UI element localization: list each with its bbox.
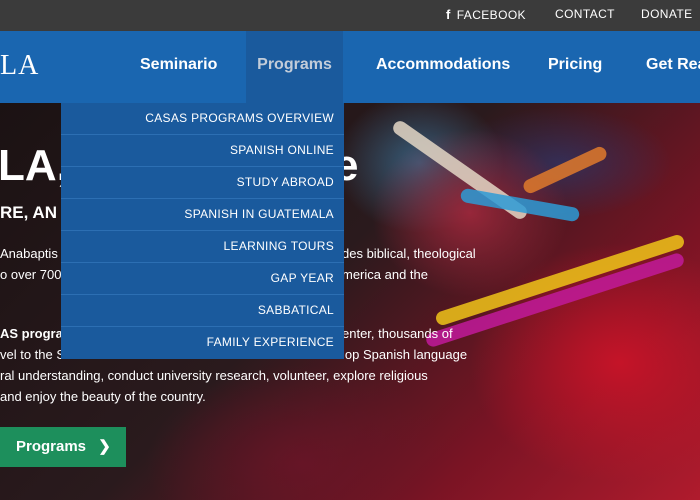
hero-subheading: RE, AN xyxy=(0,203,57,222)
main-nav: Seminario Programs Accommodations Pricin… xyxy=(0,31,700,103)
top-utility-bar: f FACEBOOK CONTACT DONATE xyxy=(0,0,700,31)
dropdown-item-spanish-online[interactable]: SPANISH ONLINE xyxy=(61,135,344,167)
programs-button-label: Programs xyxy=(16,438,87,455)
hero-paragraph-line: o over 700 merica and the xyxy=(0,267,428,282)
hero-paragraph-line: Anabaptis des biblical, theological xyxy=(0,246,476,261)
nav-item-get-ready[interactable]: Get Rea xyxy=(646,31,700,103)
dropdown-item-study-abroad[interactable]: STUDY ABROAD xyxy=(61,167,344,199)
dropdown-item-gap-year[interactable]: GAP YEAR xyxy=(61,263,344,295)
nav-item-programs[interactable]: Programs xyxy=(246,31,343,103)
textile-stripe xyxy=(424,251,686,349)
site-logo[interactable]: LA xyxy=(0,50,39,82)
facebook-icon: f xyxy=(446,7,451,22)
hero-heading: LA, e xyxy=(0,141,359,190)
dropdown-item-spanish-in-guatemala[interactable]: SPANISH IN GUATEMALA xyxy=(61,199,344,231)
programs-dropdown-menu: CASAS PROGRAMS OVERVIEW SPANISH ONLINE S… xyxy=(61,103,344,359)
contact-link[interactable]: CONTACT xyxy=(555,0,615,31)
dropdown-item-learning-tours[interactable]: LEARNING TOURS xyxy=(61,231,344,263)
hero-paragraph-line: vel to the Slop Spanish language xyxy=(0,347,468,362)
facebook-label: FACEBOOK xyxy=(456,8,526,22)
hero-paragraph-line: and enjoy the beauty of the country. xyxy=(0,389,206,404)
dropdown-item-programs-overview[interactable]: CASAS PROGRAMS OVERVIEW xyxy=(61,103,344,135)
programs-button[interactable]: Programs ❯ xyxy=(0,427,126,467)
chevron-right-icon: ❯ xyxy=(98,438,111,455)
nav-item-pricing[interactable]: Pricing xyxy=(548,31,602,103)
textile-stripe xyxy=(521,144,609,196)
nav-item-seminario[interactable]: Seminario xyxy=(140,31,217,103)
donate-link[interactable]: DONATE xyxy=(641,0,693,31)
hero-paragraph-line: ral understanding, conduct university re… xyxy=(0,368,428,383)
dropdown-item-family-experience[interactable]: FAMILY EXPERIENCE xyxy=(61,327,344,359)
facebook-link[interactable]: f FACEBOOK xyxy=(446,0,526,31)
dropdown-item-sabbatical[interactable]: SABBATICAL xyxy=(61,295,344,327)
nav-item-accommodations[interactable]: Accommodations xyxy=(376,31,510,103)
